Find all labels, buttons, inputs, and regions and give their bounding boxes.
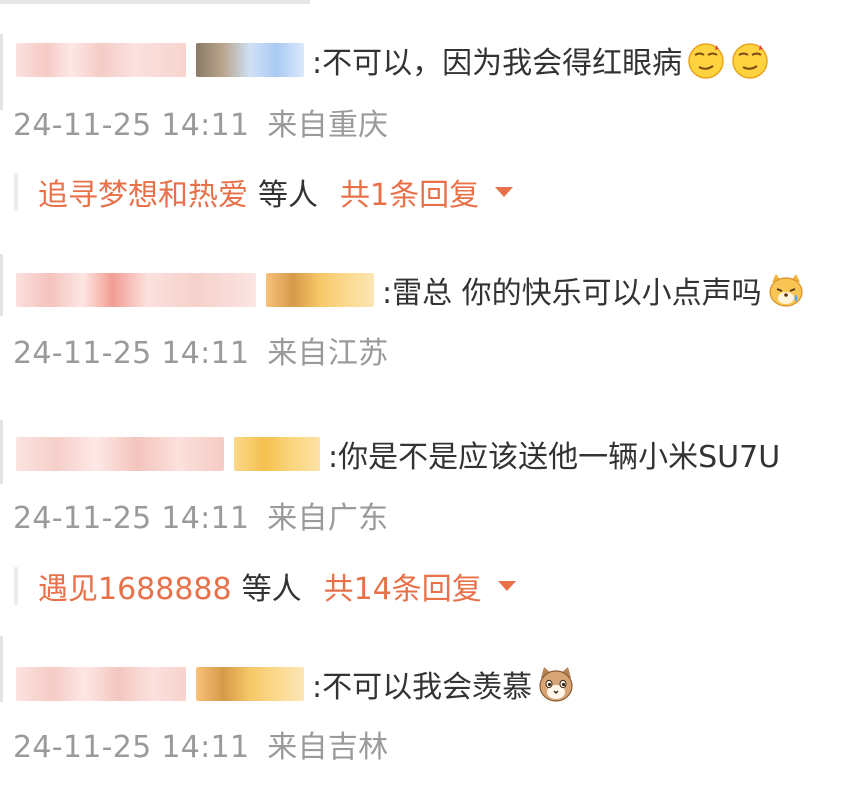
smirk-face-icon (688, 43, 724, 79)
envious-cat-icon (539, 667, 573, 702)
comment-location: 来自吉林 (267, 730, 389, 765)
top-divider (0, 0, 310, 4)
comment-left-rule (0, 34, 3, 110)
comment-text: :不可以我会羡慕 (312, 670, 533, 705)
comment-location: 来自重庆 (267, 108, 389, 143)
expand-caret-icon[interactable] (495, 187, 514, 197)
reply-user-link[interactable]: 遇见1688888 (38, 564, 232, 608)
blurred-username[interactable] (16, 667, 186, 701)
reply-user-link[interactable]: 追寻梦想和热爱 (38, 170, 248, 214)
crying-dog-icon (769, 274, 803, 307)
blurred-username[interactable] (16, 437, 224, 471)
comment-header: :不可以，因为我会得红眼病 (16, 40, 770, 81)
comment-timestamp: 24-11-25 14:11 (13, 501, 250, 536)
comment-timestamp: 24-11-25 14:11 (13, 730, 250, 765)
smirk-face-icon (732, 43, 768, 79)
blurred-badge (234, 437, 320, 471)
comment-header: :你是不是应该送他一辆小米SU7U (16, 434, 781, 475)
reply-count-link[interactable]: 共14条回复 (324, 564, 482, 608)
comment-left-rule (0, 254, 3, 316)
comment-header: :不可以我会羡慕 (16, 664, 576, 705)
comment-text: :你是不是应该送他一辆小米SU7U (328, 440, 781, 475)
comment-text: :雷总 你的快乐可以小点声吗 (382, 276, 762, 311)
comment-text: :不可以，因为我会得红眼病 (312, 46, 683, 81)
comment-header: :雷总 你的快乐可以小点声吗 (16, 270, 806, 311)
blurred-badge (266, 273, 374, 307)
comment-timestamp: 24-11-25 14:11 (13, 108, 250, 143)
comment-left-rule (0, 420, 3, 484)
comment-meta: 24-11-25 14:11 来自吉林 (13, 722, 388, 766)
comment-meta: 24-11-25 14:11 来自江苏 (13, 328, 388, 372)
blurred-username[interactable] (16, 273, 256, 307)
reply-summary[interactable]: 追寻梦想和热爱 等人 共1条回复 (14, 170, 514, 214)
blurred-badge (196, 43, 304, 77)
comment-meta: 24-11-25 14:11 来自重庆 (13, 100, 388, 144)
comment-meta: 24-11-25 14:11 来自广东 (13, 493, 388, 537)
blurred-badge (196, 667, 304, 701)
reply-summary[interactable]: 遇见1688888 等人 共14条回复 (14, 564, 516, 608)
reply-count-link[interactable]: 共1条回复 (340, 170, 479, 214)
expand-caret-icon[interactable] (497, 581, 516, 591)
comment-location: 来自江苏 (267, 336, 389, 371)
blurred-username[interactable] (16, 43, 186, 77)
reply-left-bar (14, 173, 18, 211)
reply-etc-label: 等人 (258, 178, 318, 213)
reply-left-bar (14, 567, 18, 605)
comment-left-rule (0, 636, 3, 702)
comment-timestamp: 24-11-25 14:11 (13, 336, 250, 371)
comment-location: 来自广东 (267, 501, 389, 536)
reply-etc-label: 等人 (241, 572, 302, 607)
